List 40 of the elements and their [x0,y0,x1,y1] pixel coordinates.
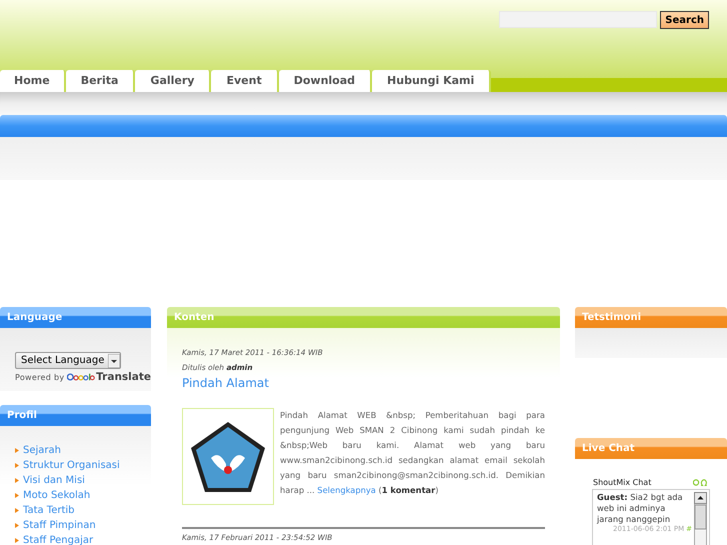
post-title[interactable]: Pindah Alamat [182,376,545,390]
bullet-icon [15,508,19,513]
nav-tab[interactable]: Home [0,70,66,92]
widget-title: ShoutMix Chat [593,478,652,486]
bullet-icon [15,478,19,483]
menu-link[interactable]: Visi dan Misi [23,475,85,486]
menu-link[interactable]: Moto Sekolah [23,490,90,501]
bullet-icon [15,448,19,453]
menu-link[interactable]: Sejarah [23,445,61,456]
panel-header: Language [0,307,151,328]
nav-tab[interactable]: Event [211,70,279,92]
search-button[interactable]: Search [660,11,709,29]
panel-header: Profil [0,405,151,426]
panel-header: Tetstimoni [575,307,727,328]
read-more-link[interactable]: Selengkapnya [317,485,376,495]
bullet-icon [15,493,19,498]
post-excerpt: Pindah Alamat WEB &nbsp; Pemberitahuan bagi para pengunjung Web SMAN 2 Cibinong kami sudah pindah ke &nbsp;Web baru kami. Alamat web yang baru www.sman2cibinong.sch.id sedangkan alamat email sekolah yang baru sman2cibinong@sman2cibinong.sch.id. Demikian harap ... Selengkapnya (1 komentar) [280,409,545,497]
menu-link[interactable]: Staff Pengajar [23,535,94,545]
scrollbar[interactable] [694,492,707,545]
nav-tab[interactable]: Gallery [135,70,212,92]
bullet-icon [15,523,19,528]
menu-link[interactable]: Tata Tertib [23,505,75,516]
logo-icon [67,372,96,382]
nav-tab[interactable]: Berita [66,70,136,92]
dropdown-arrow-icon [108,354,120,368]
powered-by-text: Powered by [15,372,64,382]
panel-header: Konten [167,307,560,328]
translate-text: Translate [96,371,151,383]
language-select[interactable]: Select Language [15,352,122,369]
nav-tab[interactable]: Download [278,70,372,92]
bullet-icon [15,538,19,543]
menu-link[interactable]: Struktur Organisasi [23,460,120,471]
bullet-icon [15,463,19,468]
chat-message: Guest: Sia2 bgt ada web ini adminya jarang nanggepin [597,492,684,525]
menu-link[interactable]: Staff Pimpinan [23,520,96,531]
panel-header: Live Chat [575,438,727,459]
emblem-icon [189,420,267,494]
nav-tab[interactable]: Hubungi Kami [372,70,492,92]
widget-icons[interactable] [693,478,707,486]
search-field[interactable] [499,11,658,28]
